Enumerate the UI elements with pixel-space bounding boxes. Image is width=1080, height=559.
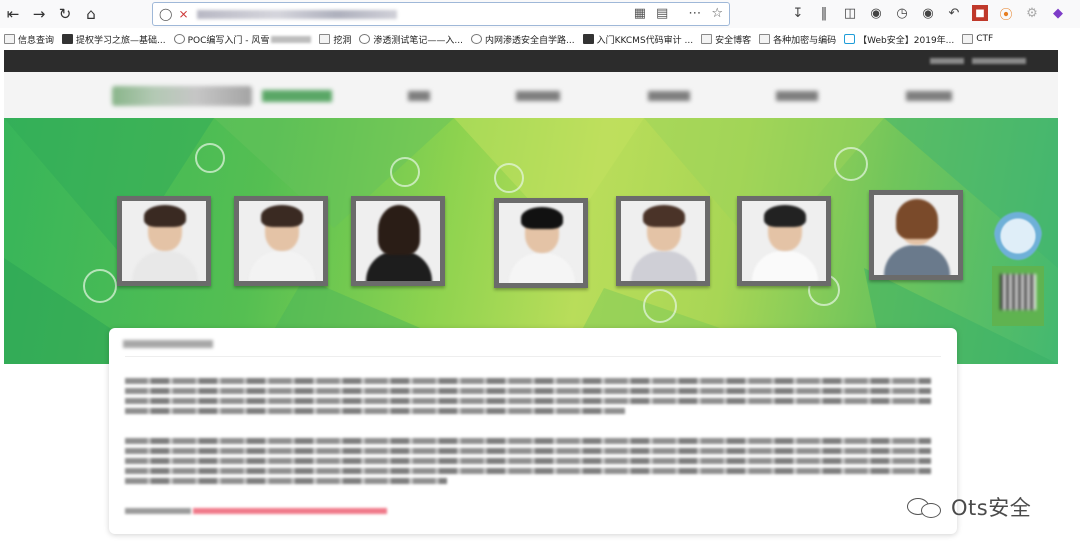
home-icon[interactable]: ⌂ (78, 1, 104, 27)
article-card (109, 328, 957, 534)
nav-item[interactable] (906, 91, 952, 101)
nav-item[interactable] (516, 91, 560, 101)
top-link-blurred[interactable] (972, 58, 1026, 64)
bookmark-favicon-icon (582, 34, 594, 44)
bilibili-icon (844, 34, 856, 44)
reader-icon[interactable]: ▤ (656, 6, 668, 21)
sidebar-icon[interactable]: ◫ (842, 5, 858, 21)
blurred-text (271, 35, 312, 43)
bookmark-item[interactable]: CTF (962, 34, 993, 44)
page-viewport (4, 50, 1058, 550)
bookmark-item[interactable]: POC编写入门 - 风雪 (173, 33, 312, 46)
site-logo-text (262, 90, 332, 102)
watermark-text: Ots安全 (951, 496, 1032, 520)
bookmark-label: 各种加密与编码 (773, 35, 837, 46)
undo-icon[interactable]: ↶ (946, 5, 962, 21)
bookmark-favicon-icon (359, 34, 371, 44)
bookmark-item[interactable]: 提权学习之旅—基础... (62, 33, 166, 46)
folder-icon (319, 34, 331, 44)
student-photo[interactable] (616, 196, 710, 286)
bookmark-label: 安全博客 (715, 35, 752, 46)
highlighted-link[interactable] (193, 508, 387, 514)
article-paragraph (125, 378, 931, 418)
folder-icon (962, 34, 974, 44)
extension-red-icon[interactable]: ■ (972, 5, 988, 21)
bookmark-item[interactable]: 信息查询 (4, 33, 54, 46)
bookmark-item[interactable]: 入门KKCMS代码审计 ... (582, 33, 694, 46)
decor-icon (83, 269, 117, 303)
bookmark-item[interactable]: 安全博客 (701, 33, 751, 46)
folder-icon (701, 34, 713, 44)
bookmark-label: POC编写入门 - 风雪 (187, 35, 270, 46)
bookmarks-bar: 信息查询 提权学习之旅—基础... POC编写入门 - 风雪 挖洞 渗透测试笔记… (0, 29, 1080, 49)
bookmark-label: 提权学习之旅—基础... (76, 35, 166, 46)
site-top-bar (4, 50, 1058, 72)
footnote-label (125, 508, 191, 514)
nav-item[interactable] (648, 91, 690, 101)
forward-icon[interactable]: → (26, 1, 52, 27)
globe-icon (470, 34, 482, 44)
url-bar[interactable]: ◯ ⨯ ▦ ▤ ⋯ ☆ (152, 2, 730, 26)
bookmark-label: 信息查询 (18, 35, 55, 46)
decor-icon (195, 143, 225, 173)
qr-code-icon (1000, 274, 1036, 310)
bookmark-item[interactable]: 渗透测试笔记——入... (359, 33, 463, 46)
bookmark-item[interactable]: 各种加密与编码 (759, 33, 836, 46)
bookmark-item[interactable]: 内网渗透安全自学路... (470, 33, 575, 46)
bookmark-label: 【Web安全】2019年... (858, 35, 955, 46)
nav-item[interactable] (408, 91, 430, 101)
qr-code-widget[interactable] (992, 266, 1044, 326)
more-icon[interactable]: ⋯ (688, 6, 701, 21)
bookmark-favicon-icon (62, 34, 74, 44)
student-photo[interactable] (351, 196, 445, 286)
student-photo[interactable] (869, 190, 963, 280)
top-link-blurred[interactable] (930, 58, 964, 64)
wechat-icon (905, 494, 945, 520)
settings-icon[interactable]: ⚙ (1024, 5, 1040, 21)
student-photo[interactable] (117, 196, 211, 286)
student-photo[interactable] (737, 196, 831, 286)
bookmark-label: 入门KKCMS代码审计 ... (596, 35, 694, 46)
floating-side-widget[interactable] (988, 200, 1048, 336)
bookmark-favicon-icon (173, 34, 185, 44)
insecure-lock-icon[interactable]: ⨯ (178, 7, 188, 21)
divider (125, 356, 941, 357)
bookmark-star-icon[interactable]: ☆ (711, 6, 723, 21)
folder-icon (759, 34, 771, 44)
browser-toolbar: ⇤ → ↻ ⌂ ◯ ⨯ ▦ ▤ ⋯ ☆ ↧ ‖ ◫ ◉ ◷ ◉ ↶ ■ ⦿ ⚙ … (0, 0, 1080, 28)
site-header (4, 72, 1058, 120)
bookmark-item[interactable]: 挖洞 (319, 33, 351, 46)
site-logo[interactable] (112, 86, 252, 106)
shield-icon[interactable]: ◯ (159, 7, 172, 21)
url-text (196, 9, 397, 19)
mascot-icon[interactable] (994, 200, 1042, 260)
extension-purple-icon[interactable]: ◆ (1050, 5, 1066, 21)
watermark: Ots安全 (905, 492, 1031, 522)
browser-tools: ↧ ‖ ◫ ◉ ◷ ◉ ↶ ■ ⦿ ⚙ ◆ (790, 5, 1066, 23)
article-paragraph (125, 438, 931, 488)
student-photo[interactable] (234, 196, 328, 286)
back-icon[interactable]: ⇤ (0, 1, 26, 27)
reload-icon[interactable]: ↻ (52, 1, 78, 27)
history-icon[interactable]: ◷ (894, 5, 910, 21)
qr-code-icon[interactable]: ▦ (634, 6, 646, 21)
chat-icon[interactable]: ◉ (920, 5, 936, 21)
nav-item[interactable] (776, 91, 818, 101)
bookmark-label: CTF (976, 34, 994, 44)
account-icon[interactable]: ◉ (868, 5, 884, 21)
library-icon[interactable]: ‖ (816, 5, 832, 21)
breadcrumb[interactable] (123, 340, 213, 348)
bookmark-label: 挖洞 (333, 35, 352, 46)
download-icon[interactable]: ↧ (790, 5, 806, 21)
student-photo[interactable] (494, 198, 588, 288)
folder-icon (4, 34, 15, 44)
bookmark-label: 内网渗透安全自学路... (484, 35, 575, 46)
bookmark-label: 渗透测试笔记——入... (373, 35, 463, 46)
bookmark-item[interactable]: 【Web安全】2019年... (844, 33, 954, 46)
extension-orange-icon[interactable]: ⦿ (998, 5, 1014, 23)
